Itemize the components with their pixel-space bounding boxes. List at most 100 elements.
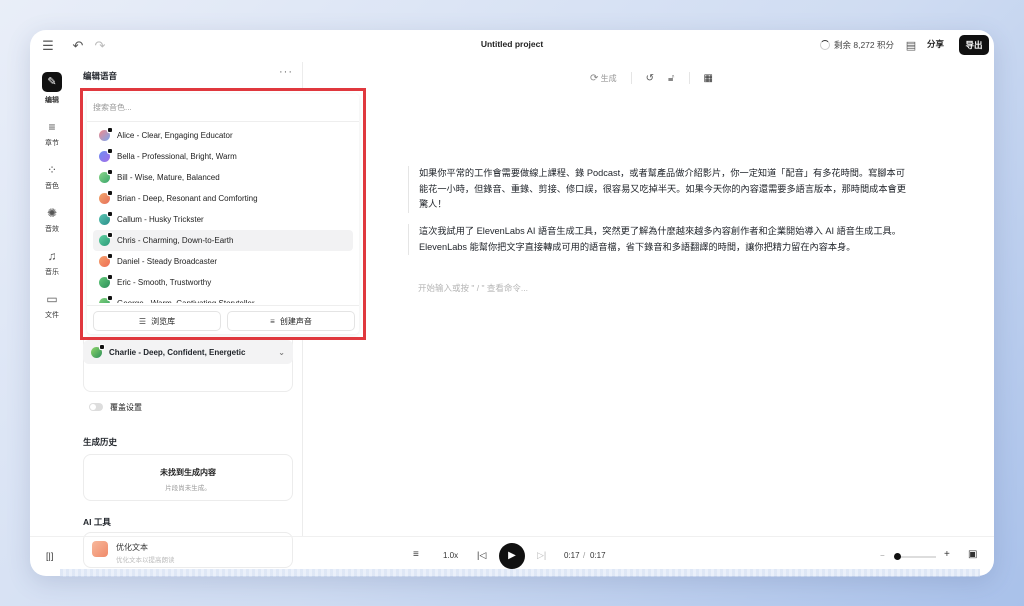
rail-item-voices[interactable]: ⁘ 音色 <box>30 162 74 191</box>
time-total: 0:17 <box>590 551 606 560</box>
regenerate-icon[interactable]: ↺ <box>646 73 654 84</box>
voice-name: George - Warm, Captivating Storyteller <box>117 299 255 303</box>
voice-name: Callum - Husky Trickster <box>117 215 204 224</box>
voice-avatar <box>99 211 113 225</box>
zoom-in-icon[interactable]: + <box>944 549 950 560</box>
voice-badge-icon <box>107 274 113 280</box>
more-options-icon[interactable]: ··· <box>279 66 293 78</box>
lock-icon[interactable]: 🔓︎ <box>668 73 674 84</box>
voice-name: Brian - Deep, Resonant and Comforting <box>117 194 258 203</box>
speed-button[interactable]: 1.0x <box>443 551 458 560</box>
voice-avatar <box>99 253 113 267</box>
rail-item-music[interactable]: ♫ 音乐 <box>30 248 74 277</box>
edit-icon: ✎ <box>42 72 62 92</box>
chevron-down-icon: ⌄ <box>278 347 285 357</box>
voice-name: Chris - Charming, Down-to-Earth <box>117 236 234 245</box>
voice-avatar <box>99 148 113 162</box>
chapters-icon: ≡ <box>48 120 56 134</box>
rail-item-label: 章节 <box>45 140 59 147</box>
comment-icon[interactable]: ▤ <box>903 38 919 54</box>
undo-icon[interactable]: ↶ <box>70 38 86 54</box>
fit-view-icon[interactable]: ▣ <box>968 549 977 560</box>
override-label: 覆盖设置 <box>110 403 142 412</box>
divider <box>688 72 690 84</box>
voices-icon: ⁘ <box>46 163 58 177</box>
selected-voice-label: Charlie - Deep, Confident, Energetic <box>109 347 246 357</box>
editor-area: ⟳ 生成 ↺ 🔓︎ ▦ 如果你平常的工作會需要做線上課程、錄 Podcast，或… <box>304 62 994 536</box>
rail-item-chapters[interactable]: ≡ 章节 <box>30 119 74 148</box>
sidebar-toggle-icon[interactable]: ☰ <box>40 38 56 54</box>
voice-badge-icon <box>107 232 113 238</box>
browse-library-label: 浏览库 <box>151 316 176 326</box>
rail-item-label: 音乐 <box>45 269 59 276</box>
override-toggle[interactable] <box>89 403 103 411</box>
credits-indicator: 剩余 8,272 积分 <box>820 39 894 51</box>
voice-name: Bill - Wise, Mature, Balanced <box>117 173 220 182</box>
credits-text: 剩余 8,272 积分 <box>834 40 894 50</box>
history-empty-subtitle: 片段尚未生成。 <box>165 485 211 492</box>
credits-ring-icon <box>820 40 830 50</box>
play-button[interactable]: ▶ <box>499 543 525 569</box>
voice-avatar <box>99 169 113 183</box>
export-button[interactable]: 导出 <box>959 35 989 55</box>
top-bar: ☰ ↶ ↷ Untitled project 剩余 8,272 积分 ▤ 分享 … <box>30 30 994 62</box>
divider <box>630 72 632 84</box>
history-empty-card: 未找到生成内容 片段尚未生成。 <box>83 454 293 501</box>
music-icon: ♫ <box>47 249 57 263</box>
voice-badge-icon <box>107 190 113 196</box>
rail-item-files[interactable]: ▭ 文件 <box>30 291 74 320</box>
share-button[interactable]: 分享 <box>927 38 944 50</box>
paragraph-settings-icon[interactable]: ▦ <box>704 73 713 84</box>
voice-badge-icon <box>107 127 113 133</box>
history-title: 生成历史 <box>83 437 118 447</box>
voice-badge-icon <box>107 148 113 154</box>
generate-button[interactable]: ⟳ 生成 <box>590 73 617 84</box>
skip-forward-icon[interactable]: ▷| <box>537 550 546 561</box>
play-icon: ▶ <box>508 550 516 561</box>
voice-avatar <box>91 343 105 358</box>
voice-avatar <box>99 190 113 204</box>
sound-effects-icon: ✺ <box>46 206 58 220</box>
editor-placeholder[interactable]: 开始输入或按 " / " 查看命令... <box>418 282 528 294</box>
voice-name: Bella - Professional, Bright, Warm <box>117 152 237 161</box>
rail-item-sound-effects[interactable]: ✺ 音效 <box>30 205 74 234</box>
list-icon: ☰ <box>138 316 147 326</box>
voice-name: Alice - Clear, Engaging Educator <box>117 131 233 140</box>
time-separator: / <box>583 551 586 560</box>
paragraph-1[interactable]: 如果你平常的工作會需要做線上課程、錄 Podcast，或者幫產品做介紹影片，你一… <box>408 166 908 213</box>
panel-title: 编辑语音 <box>83 71 118 81</box>
rail-item-label: 音色 <box>45 183 59 190</box>
voice-badge-icon <box>107 211 113 217</box>
generate-label: 生成 <box>600 73 617 83</box>
paragraph-2[interactable]: 這次我試用了 ElevenLabs AI 語音生成工具，突然更了解為什麼越來越多… <box>408 224 908 255</box>
add-voice-icon: ≡ <box>270 316 275 326</box>
voice-name: Daniel - Steady Broadcaster <box>117 257 218 266</box>
left-rail: ✎ 编辑 ≡ 章节 ⁘ 音色 ✺ 音效 ♫ 音乐 ▭ 文件 <box>30 62 74 536</box>
panel-toggle-icon[interactable]: [|] <box>46 551 53 561</box>
queue-icon[interactable]: ≡ <box>413 549 419 560</box>
rail-item-label: 音效 <box>45 226 59 233</box>
rail-item-edit[interactable]: ✎ 编辑 <box>30 72 74 105</box>
voice-avatar <box>99 232 113 246</box>
ai-tools-title: AI 工具 <box>83 517 111 527</box>
voice-avatar <box>99 295 113 303</box>
browse-library-button[interactable]: ☰ 浏览库 <box>93 311 221 331</box>
redo-icon[interactable]: ↷ <box>92 38 108 54</box>
skip-back-icon[interactable]: |◁ <box>477 550 486 561</box>
time-current: 0:17 <box>564 551 580 560</box>
zoom-slider-track[interactable] <box>896 556 936 558</box>
voice-badge-icon <box>107 253 113 259</box>
voice-badge-icon <box>107 295 113 301</box>
voice-name: Eric - Smooth, Trustworthy <box>117 278 212 287</box>
voice-avatar <box>99 127 113 141</box>
voice-select[interactable]: Charlie - Deep, Confident, Energetic ⌄ <box>83 340 293 364</box>
voice-avatar <box>99 274 113 288</box>
zoom-out-icon[interactable]: − <box>880 551 885 560</box>
refresh-icon: ⟳ <box>590 72 599 84</box>
rail-item-label: 文件 <box>45 312 59 319</box>
rail-item-label: 编辑 <box>45 97 59 104</box>
decorative-strip <box>60 569 980 577</box>
app-window: ☰ ↶ ↷ Untitled project 剩余 8,272 积分 ▤ 分享 … <box>30 30 994 576</box>
zoom-slider-handle[interactable] <box>894 553 901 560</box>
editor-toolbar: ⟳ 生成 ↺ 🔓︎ ▦ <box>590 72 713 84</box>
